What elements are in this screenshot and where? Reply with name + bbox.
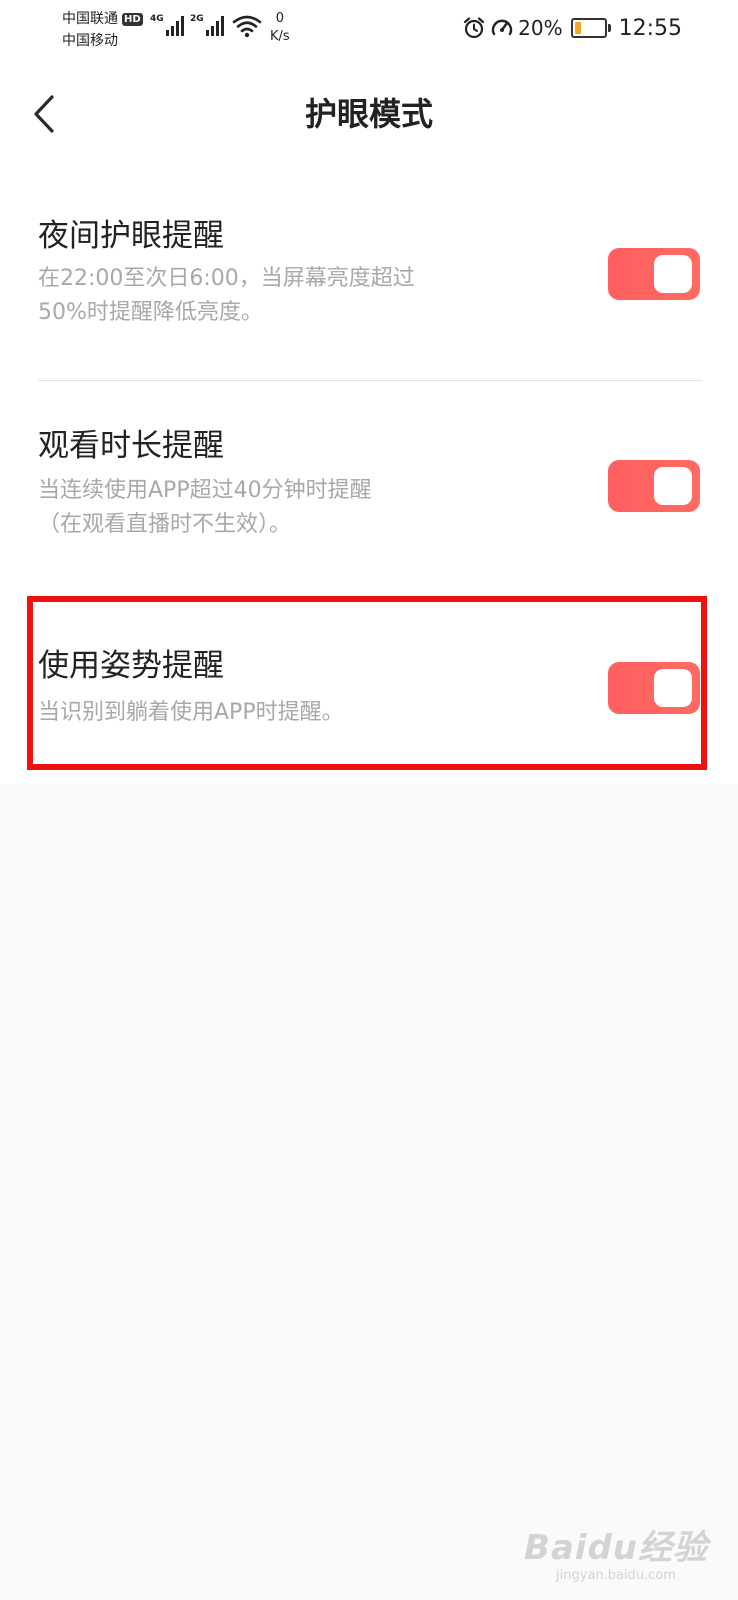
hd-badge: HD: [122, 12, 143, 26]
toggle-knob: [654, 467, 692, 505]
setting-item-watch-duration: 观看时长提醒 当连续使用APP超过40分钟时提醒 （在观看直播时不生效）。: [0, 406, 738, 586]
network-2-label: 2G: [190, 14, 204, 24]
description-line: 50%时提醒降低亮度。: [38, 300, 263, 325]
description-line: （在观看直播时不生效）。: [38, 512, 292, 537]
carrier-1-name: 中国联通: [62, 11, 118, 27]
carrier-2-name: 中国移动: [62, 33, 118, 49]
watermark-logo: Baidu经验: [523, 1528, 708, 1568]
screen: 中国联通 HD 中国移动 4G 2G 0 K/s 20% 12:55 护眼模式 …: [0, 0, 738, 1600]
net-speed: 0 K/s: [270, 10, 290, 46]
speed-icon: [491, 19, 513, 36]
status-right: 20% 12:55: [462, 12, 682, 44]
net-speed-value: 0: [275, 11, 284, 26]
battery-level-fill: [574, 22, 581, 34]
setting-item-night-eye-care: 夜间护眼提醒 在22:00至次日6:00，当屏幕亮度超过 50%时提醒降低亮度。: [0, 196, 738, 376]
setting-title: 夜间护眼提醒: [38, 218, 224, 254]
setting-description: 当连续使用APP超过40分钟时提醒 （在观看直播时不生效）。: [38, 474, 508, 542]
watch-duration-toggle[interactable]: [608, 460, 700, 512]
page-title: 护眼模式: [304, 95, 433, 133]
setting-title: 观看时长提醒: [38, 428, 224, 464]
toggle-knob: [654, 255, 692, 293]
night-eye-care-toggle[interactable]: [608, 248, 700, 300]
status-time: 12:55: [618, 15, 682, 41]
header-bar: 护眼模式: [0, 72, 738, 156]
setting-description: 当识别到躺着使用APP时提醒。: [38, 696, 508, 730]
description-line: 当识别到躺着使用APP时提醒。: [38, 700, 344, 725]
posture-toggle[interactable]: [608, 662, 700, 714]
battery-icon: [570, 18, 611, 38]
network-1-label: 4G: [150, 14, 164, 24]
signal-icon: 2G: [190, 14, 224, 36]
description-line: 当连续使用APP超过40分钟时提醒: [38, 478, 372, 503]
description-line: 在22:00至次日6:00，当屏幕亮度超过: [38, 266, 415, 291]
signal-icon: 4G: [150, 14, 184, 36]
wifi-icon: [232, 15, 262, 38]
divider: [38, 380, 702, 381]
watermark-url: jingyan.baidu.com: [555, 1568, 676, 1583]
alarm-icon: [464, 17, 485, 39]
setting-title: 使用姿势提醒: [38, 648, 224, 684]
carrier-info: 中国联通 HD 中国移动: [62, 8, 143, 52]
setting-description: 在22:00至次日6:00，当屏幕亮度超过 50%时提醒降低亮度。: [38, 262, 508, 330]
setting-item-posture: 使用姿势提醒 当识别到躺着使用APP时提醒。: [0, 630, 738, 770]
watermark: Baidu经验 jingyan.baidu.com: [524, 1528, 708, 1584]
toggle-knob: [654, 669, 692, 707]
net-speed-unit: K/s: [270, 29, 290, 44]
status-bar: 中国联通 HD 中国移动 4G 2G 0 K/s 20% 12:55: [0, 0, 738, 60]
battery-percent: 20%: [518, 16, 563, 40]
